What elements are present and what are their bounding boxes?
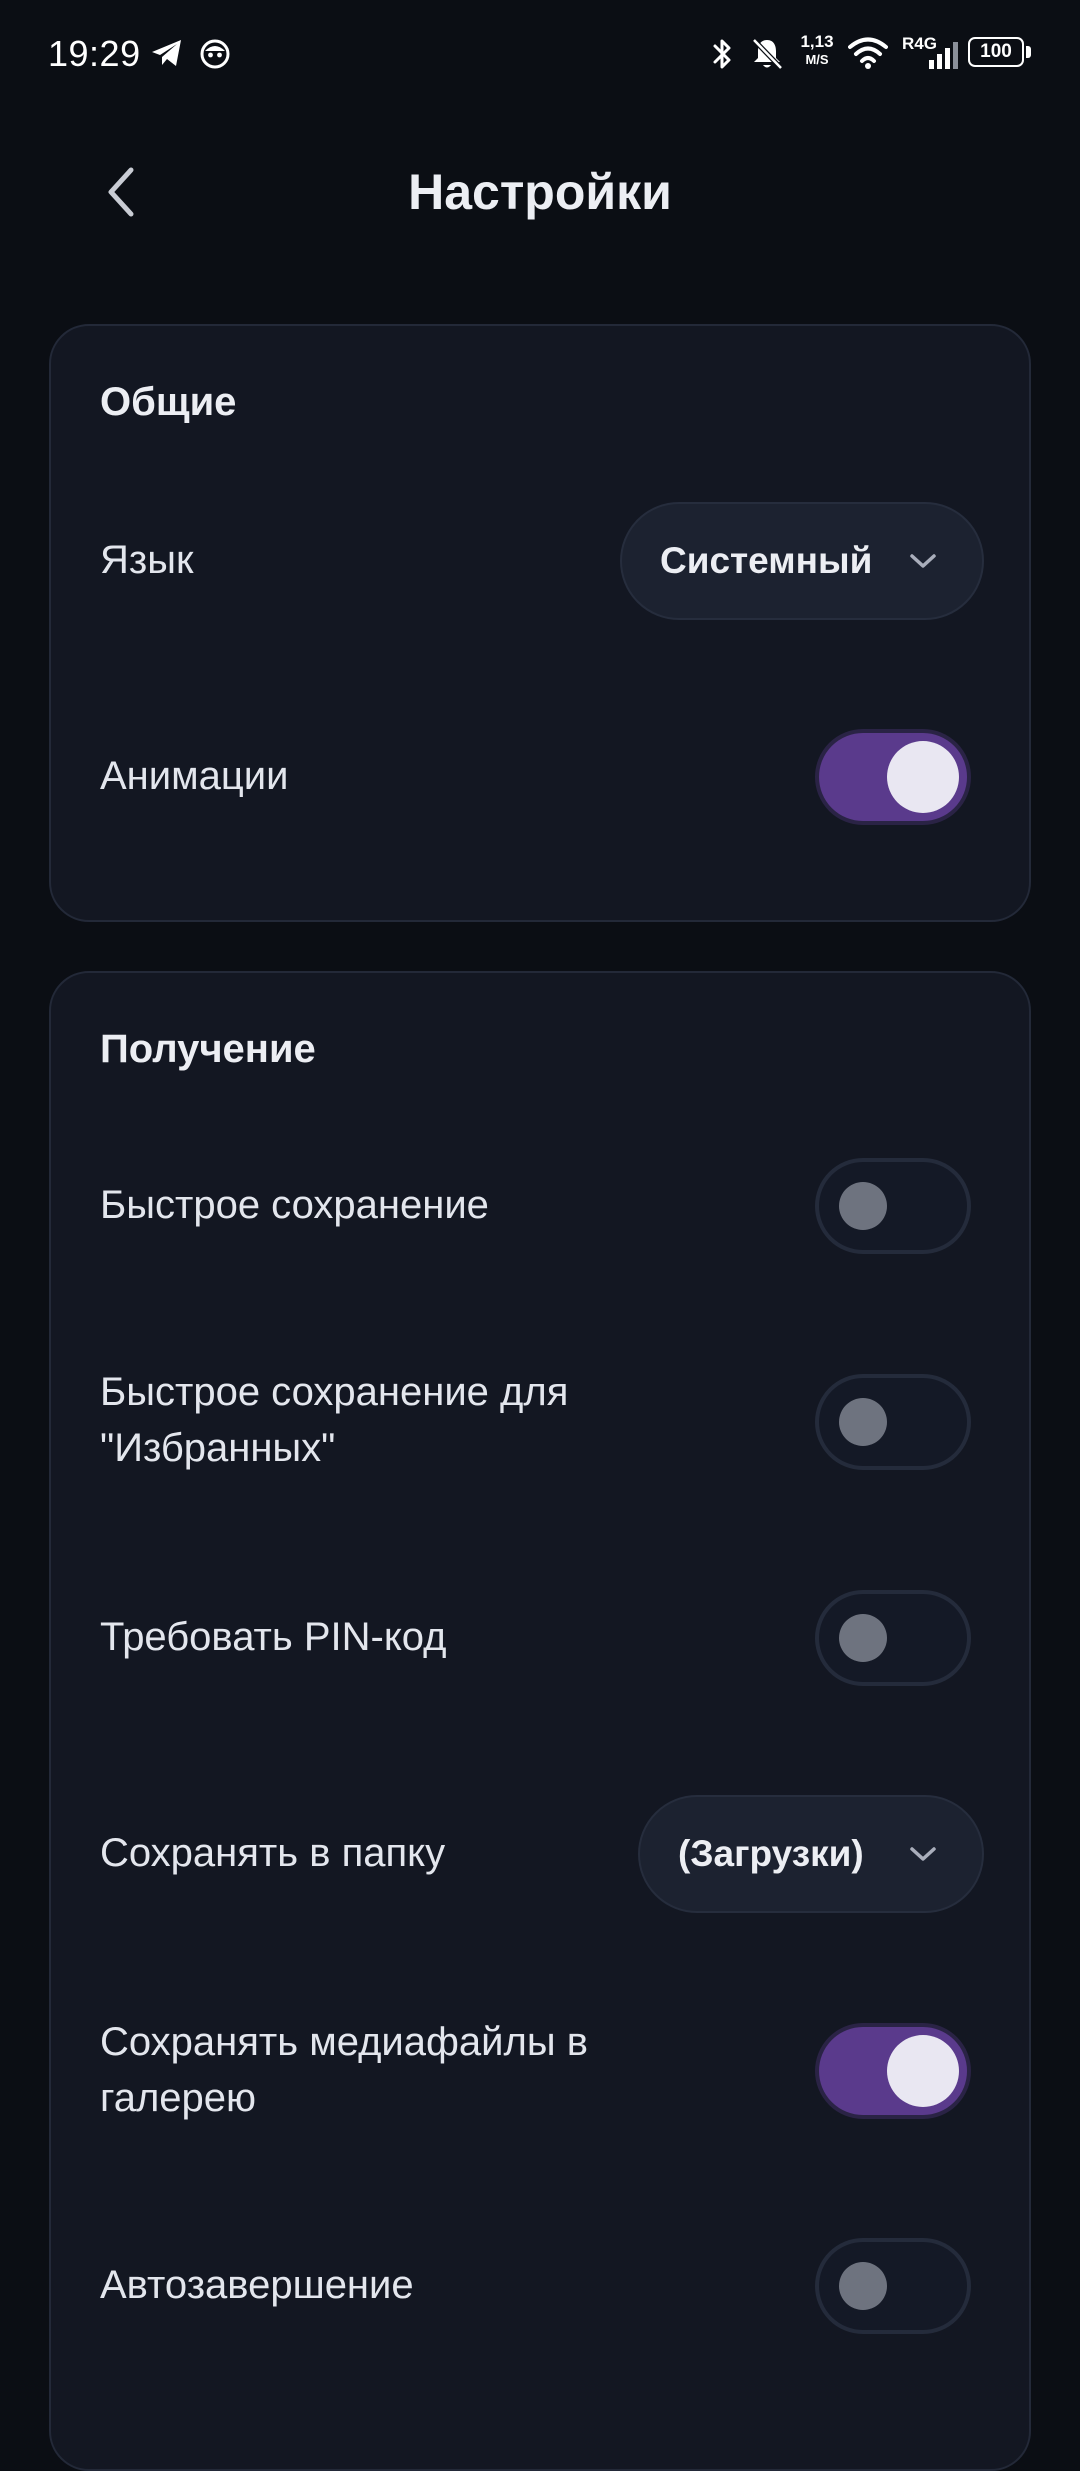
bell-off-icon [752, 38, 783, 70]
quick-save-favorites-label-line2: "Избранных" [100, 1426, 336, 1470]
general-section-card: Общие Язык Системный Анимации [49, 324, 1031, 922]
auto-finish-label: Автозавершение [100, 2263, 414, 2307]
save-folder-dropdown[interactable]: (Загрузки) [638, 1795, 984, 1913]
telegram-icon [152, 40, 181, 66]
save-folder-dropdown-value: (Загрузки) [678, 1833, 864, 1874]
require-pin-toggle[interactable] [815, 1590, 971, 1686]
net-speed: 1,13 M/S [800, 32, 834, 67]
toggle-knob [839, 1614, 887, 1662]
chevron-down-icon [910, 1847, 936, 1861]
face-icon [200, 39, 230, 69]
require-pin-label: Требовать PIN-код [100, 1615, 447, 1659]
section-title-receive: Получение [100, 1027, 316, 1071]
toggle-knob [887, 741, 959, 813]
signal-icon [929, 42, 958, 69]
language-dropdown[interactable]: Системный [620, 502, 984, 620]
status-bar: 19:29 1,13 M/S R4G 100 [0, 0, 1080, 108]
bluetooth-icon [713, 39, 731, 69]
toggle-knob [887, 2035, 959, 2107]
save-folder-label: Сохранять в папку [100, 1831, 446, 1875]
save-media-label-line1: Сохранять медиафайлы в [100, 2020, 588, 2064]
animations-toggle[interactable] [815, 729, 971, 825]
quick-save-toggle[interactable] [815, 1158, 971, 1254]
language-dropdown-value: Системный [660, 540, 873, 581]
toggle-knob [839, 1182, 887, 1230]
receive-section-card: Получение Быстрое сохранение Быстрое сох… [49, 971, 1031, 2471]
status-time: 19:29 [48, 33, 141, 74]
toggle-knob [839, 2262, 887, 2310]
battery-icon: 100 [968, 37, 1024, 67]
save-media-label: Сохранять медиафайлы в галерею [100, 2014, 588, 2126]
battery-cap [1026, 46, 1031, 58]
save-media-toggle[interactable] [815, 2023, 971, 2119]
quick-save-favorites-label-line1: Быстрое сохранение для [100, 1370, 569, 1414]
quick-save-favorites-label: Быстрое сохранение для "Избранных" [100, 1364, 568, 1476]
page-title: Настройки [408, 164, 672, 220]
quick-save-favorites-toggle[interactable] [815, 1374, 971, 1470]
language-label: Язык [100, 538, 194, 582]
section-title-general: Общие [100, 380, 237, 424]
wifi-icon [848, 37, 888, 69]
quick-save-label: Быстрое сохранение [100, 1183, 489, 1227]
toggle-knob [839, 1398, 887, 1446]
chevron-down-icon [910, 554, 936, 568]
animations-label: Анимации [100, 754, 289, 798]
auto-finish-toggle[interactable] [815, 2238, 971, 2334]
save-media-label-line2: галерею [100, 2076, 257, 2120]
